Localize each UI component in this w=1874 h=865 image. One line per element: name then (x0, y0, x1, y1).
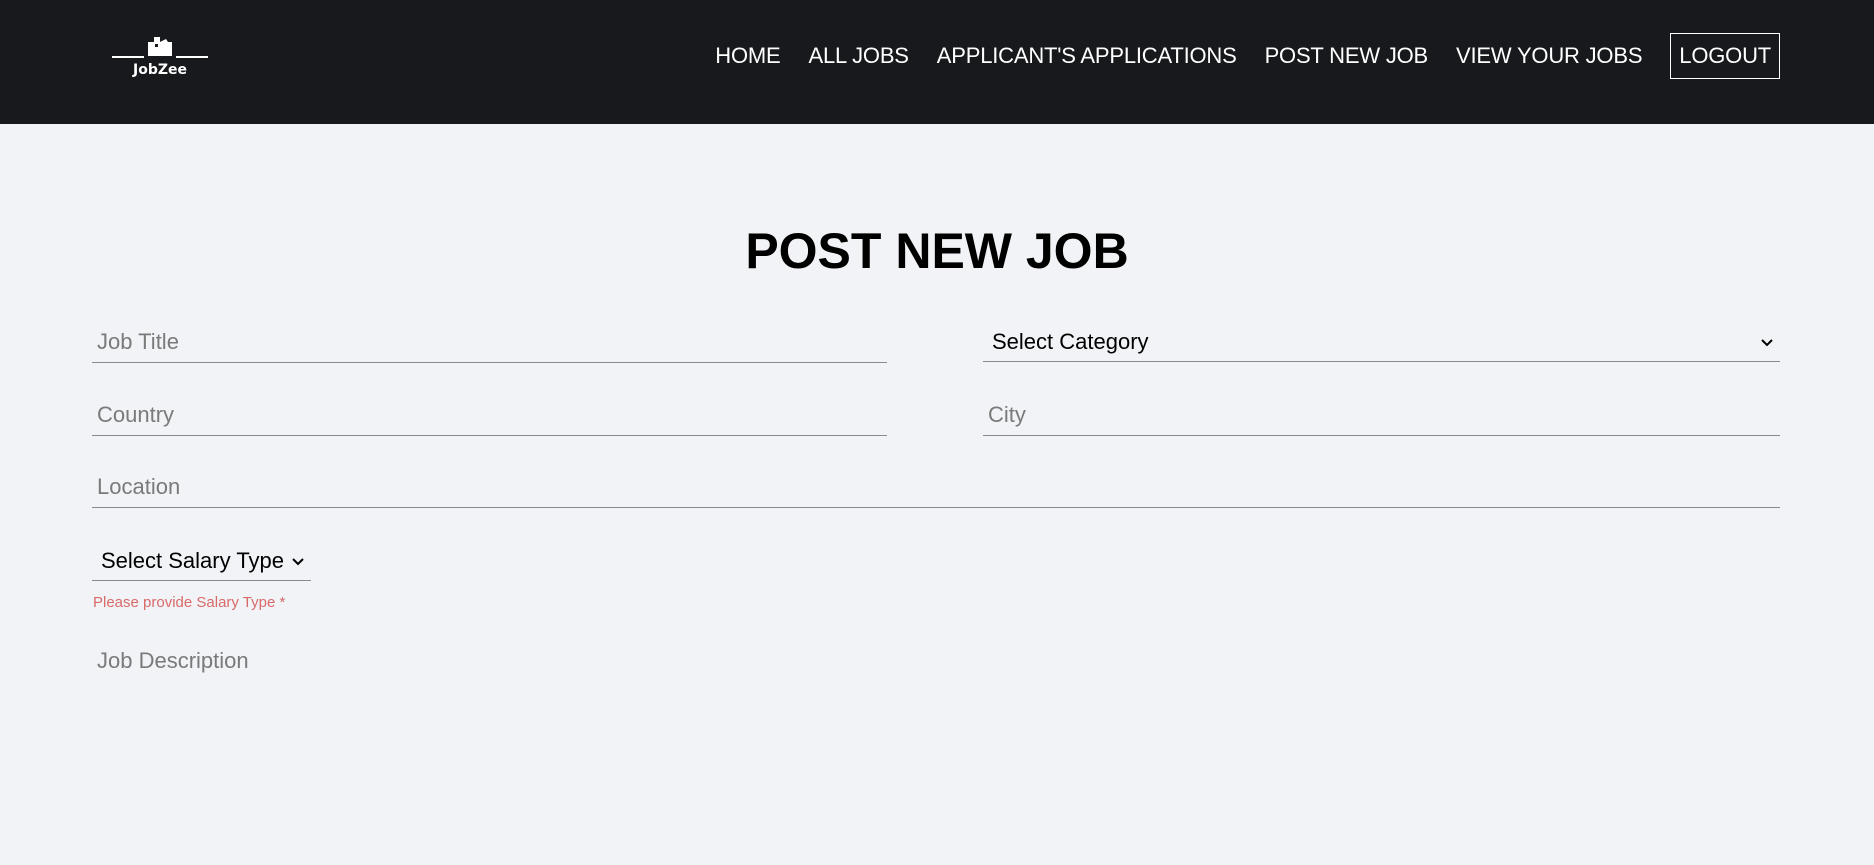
country-input[interactable] (92, 395, 887, 435)
top-navbar: JobZee HOME ALL JOBS APPLICANT'S APPLICA… (0, 0, 1874, 124)
category-select-value: Select Category (992, 328, 1149, 354)
logout-button[interactable]: LOGOUT (1670, 33, 1780, 79)
job-description-wrap (92, 644, 1780, 844)
nav-applicants-applications[interactable]: APPLICANT'S APPLICATIONS (937, 43, 1237, 69)
city-field-wrap (983, 395, 1780, 436)
brand-logo[interactable]: JobZee (110, 34, 210, 82)
chevron-down-icon (292, 557, 304, 565)
salary-type-error: Please provide Salary Type * (93, 594, 286, 611)
page-title: POST NEW JOB (745, 223, 1129, 279)
chevron-down-icon (1761, 338, 1773, 346)
nav-view-your-jobs[interactable]: VIEW YOUR JOBS (1456, 43, 1642, 69)
job-title-field-wrap (92, 322, 887, 363)
city-input[interactable] (983, 395, 1780, 435)
nav-home[interactable]: HOME (715, 43, 780, 69)
salary-type-select-value: Select Salary Type (101, 547, 285, 573)
nav-post-new-job[interactable]: POST NEW JOB (1265, 43, 1429, 69)
logo-icon (112, 37, 208, 58)
main-nav: HOME ALL JOBS APPLICANT'S APPLICATIONS P… (687, 33, 1780, 79)
location-field-wrap (92, 467, 1780, 508)
category-select[interactable]: Select Category (983, 322, 1780, 362)
job-description-textarea[interactable] (92, 644, 1780, 844)
brand-name: JobZee (133, 62, 187, 78)
location-input[interactable] (92, 467, 1780, 507)
nav-all-jobs[interactable]: ALL JOBS (808, 43, 909, 69)
salary-type-select[interactable]: Select Salary Type (92, 541, 311, 581)
job-title-input[interactable] (92, 322, 887, 362)
country-field-wrap (92, 395, 887, 436)
